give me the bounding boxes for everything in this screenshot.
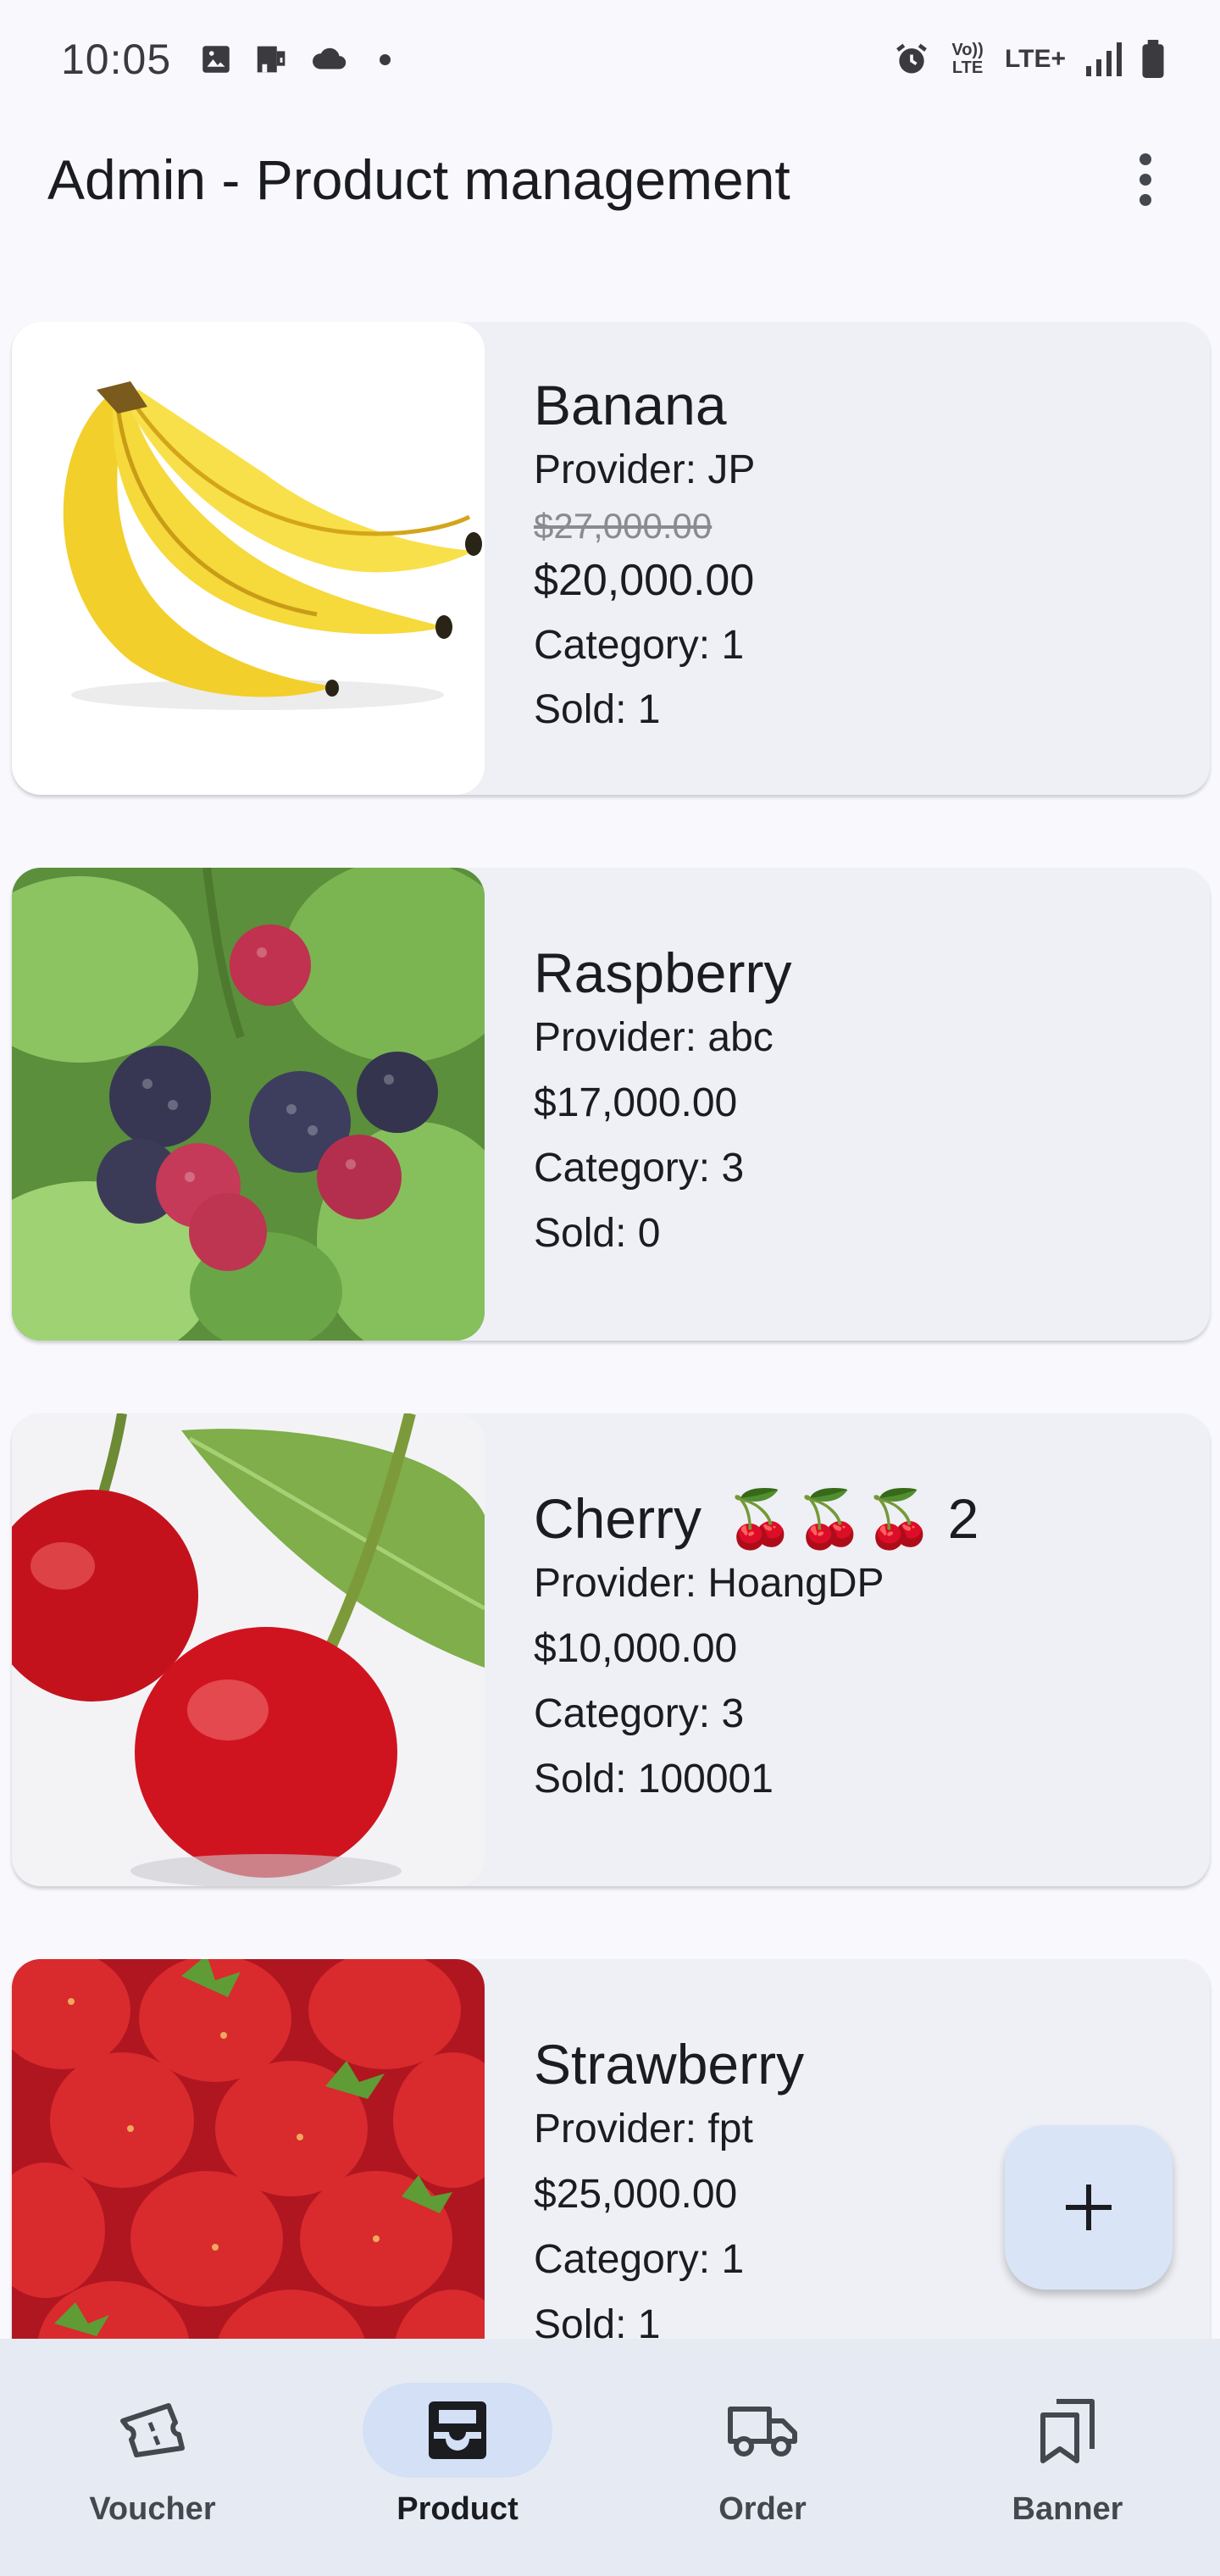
add-product-button[interactable] bbox=[1005, 2125, 1173, 2290]
product-name: Strawberry bbox=[534, 2033, 805, 2096]
more-vert-icon bbox=[1140, 153, 1151, 206]
product-info: Strawberry Provider: fpt $25,000.00 Cate… bbox=[485, 1959, 804, 2339]
product-provider: Provider: HoangDP bbox=[534, 1561, 884, 1607]
lte-indicator: LTE+ bbox=[1005, 45, 1066, 73]
nav-label: Product bbox=[396, 2491, 518, 2527]
inbox-icon bbox=[429, 2401, 486, 2459]
status-bar: 10:05 Vo)) LTE LTE+ bbox=[0, 0, 1220, 119]
product-image-raspberry bbox=[12, 868, 485, 1341]
product-provider: Provider: abc bbox=[534, 1015, 774, 1061]
product-provider: Provider: JP bbox=[534, 447, 756, 492]
sim-icon bbox=[252, 40, 291, 79]
product-card-banana[interactable]: Banana Provider: JP $27,000.00 $20,000.0… bbox=[12, 322, 1210, 795]
nav-item-product[interactable]: Product bbox=[305, 2339, 610, 2576]
bottom-navigation: Voucher Product Order Banner bbox=[0, 2339, 1220, 2576]
nav-item-order[interactable]: Order bbox=[610, 2339, 915, 2576]
product-sold: Sold: 100001 bbox=[534, 1756, 774, 1802]
product-card-cherry[interactable]: Cherry 🍒🍒🍒 2 Provider: HoangDP $10,000.0… bbox=[12, 1413, 1210, 1886]
product-category: Category: 1 bbox=[534, 622, 745, 668]
product-list[interactable]: Banana Provider: JP $27,000.00 $20,000.0… bbox=[0, 241, 1220, 2339]
product-price: $25,000.00 bbox=[534, 2172, 738, 2218]
product-image-cherry bbox=[12, 1413, 485, 1886]
product-sold: Sold: 0 bbox=[534, 1210, 661, 1256]
product-info: Banana Provider: JP $27,000.00 $20,000.0… bbox=[485, 322, 755, 795]
plus-icon bbox=[1066, 2185, 1112, 2230]
product-provider: Provider: fpt bbox=[534, 2107, 753, 2152]
nav-pill bbox=[668, 2383, 857, 2478]
status-left: 10:05 bbox=[61, 35, 391, 84]
nav-label: Banner bbox=[1012, 2491, 1123, 2527]
status-time: 10:05 bbox=[61, 36, 172, 83]
product-info: Raspberry Provider: abc $17,000.00 Categ… bbox=[485, 868, 791, 1341]
product-info: Cherry 🍒🍒🍒 2 Provider: HoangDP $10,000.0… bbox=[485, 1413, 979, 1886]
truck-icon bbox=[728, 2407, 797, 2457]
nav-item-voucher[interactable]: Voucher bbox=[0, 2339, 305, 2576]
image-icon bbox=[198, 42, 234, 77]
product-name: Cherry 🍒🍒🍒 2 bbox=[534, 1487, 979, 1551]
volte-indicator: Vo)) LTE bbox=[951, 41, 984, 77]
alarm-icon bbox=[893, 41, 930, 78]
product-card-raspberry[interactable]: Raspberry Provider: abc $17,000.00 Categ… bbox=[12, 868, 1210, 1341]
cherry-badge-icons: 🍒🍒🍒 bbox=[725, 1487, 934, 1551]
signal-icon bbox=[1084, 42, 1122, 76]
nav-pill-active bbox=[363, 2383, 552, 2478]
product-image-banana bbox=[12, 322, 485, 795]
product-price: $10,000.00 bbox=[534, 1626, 738, 1672]
nav-label: Voucher bbox=[89, 2491, 216, 2527]
product-name: Raspberry bbox=[534, 941, 792, 1005]
page-title: Admin - Product management bbox=[47, 148, 790, 211]
product-sold: Sold: 1 bbox=[534, 2301, 661, 2339]
nav-item-banner[interactable]: Banner bbox=[915, 2339, 1220, 2576]
bookmarks-icon bbox=[1040, 2399, 1095, 2463]
product-name: Banana bbox=[534, 373, 727, 436]
battery-icon bbox=[1140, 40, 1166, 79]
product-category: Category: 3 bbox=[534, 1145, 745, 1191]
status-right: Vo)) LTE LTE+ bbox=[893, 40, 1166, 79]
voucher-icon bbox=[120, 2403, 185, 2457]
nav-pill bbox=[58, 2383, 247, 2478]
product-sold: Sold: 1 bbox=[534, 687, 661, 733]
nav-label: Order bbox=[718, 2491, 807, 2527]
product-old-price: $27,000.00 bbox=[534, 505, 713, 546]
dot-icon bbox=[380, 53, 391, 65]
product-category: Category: 1 bbox=[534, 2236, 745, 2282]
product-category: Category: 3 bbox=[534, 1690, 745, 1736]
product-image-strawberry bbox=[12, 1959, 485, 2339]
nav-pill bbox=[973, 2383, 1162, 2478]
cherry-badge-count: 2 bbox=[947, 1487, 979, 1551]
product-price: $17,000.00 bbox=[534, 1080, 738, 1126]
cloud-icon bbox=[310, 42, 349, 76]
product-price: $20,000.00 bbox=[534, 556, 755, 606]
app-bar: Admin - Product management bbox=[0, 119, 1220, 241]
more-options-button[interactable] bbox=[1105, 139, 1186, 220]
